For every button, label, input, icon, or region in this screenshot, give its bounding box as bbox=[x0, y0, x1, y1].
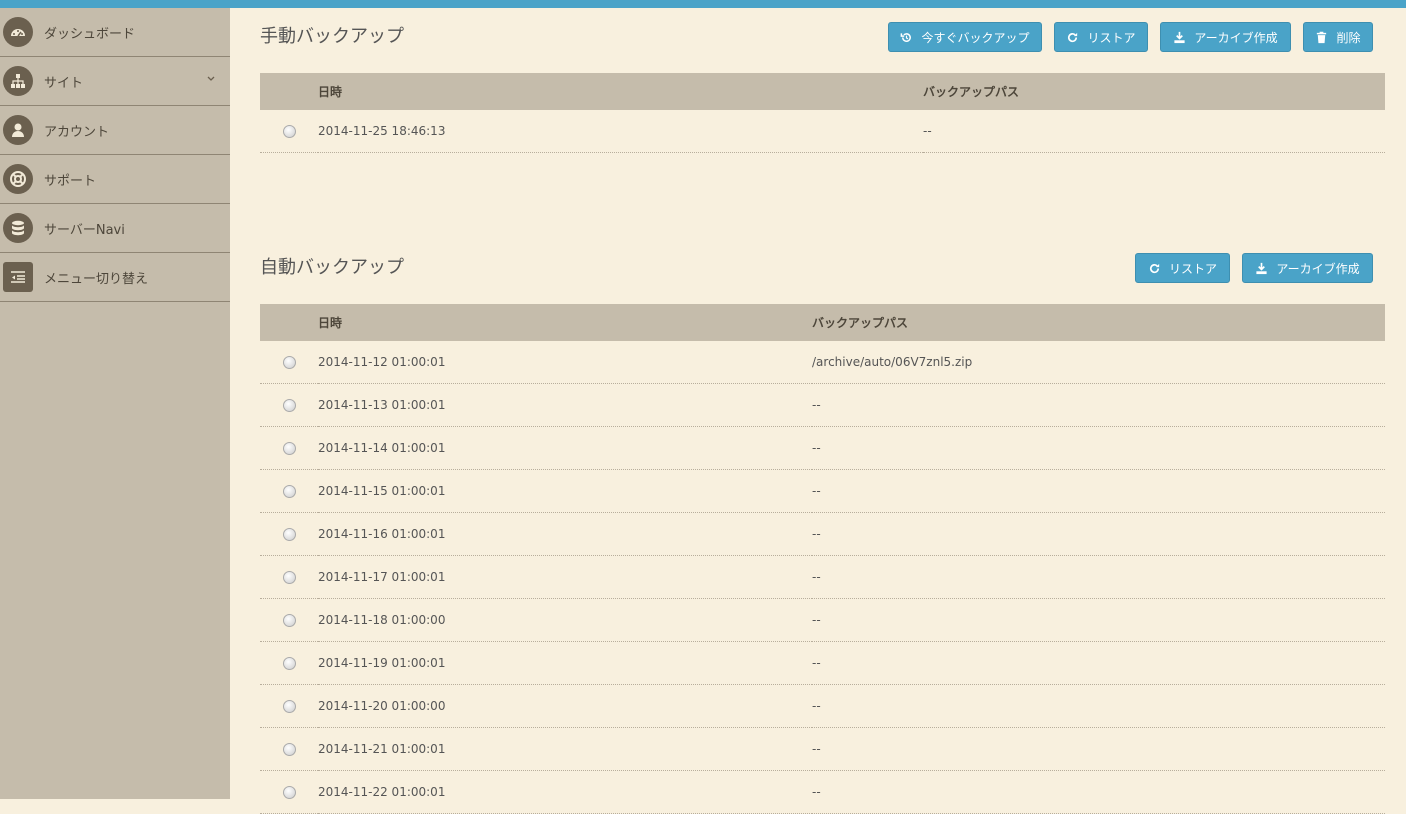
sidebar-item-dashboard[interactable]: ダッシュボード bbox=[0, 8, 230, 57]
archive-label: アーカイブ作成 bbox=[1276, 261, 1360, 276]
history-icon bbox=[901, 32, 912, 42]
row-radio[interactable] bbox=[282, 485, 296, 498]
datetime-cell: 2014-11-13 01:00:01 bbox=[318, 383, 812, 427]
backup-now-button[interactable]: 今すぐバックアップ bbox=[888, 22, 1042, 52]
row-radio[interactable] bbox=[282, 442, 296, 455]
sidebar-item-label: メニュー切り替え bbox=[44, 271, 149, 287]
download-icon bbox=[1256, 262, 1267, 274]
datetime-cell: 2014-11-15 01:00:01 bbox=[318, 469, 812, 513]
path-cell: -- bbox=[812, 598, 1385, 642]
column-header: 日時 bbox=[318, 73, 923, 110]
auto-archive-button[interactable]: アーカイブ作成 bbox=[1242, 253, 1373, 283]
column-header: バックアップパス bbox=[812, 304, 1385, 341]
datetime-cell: 2014-11-21 01:00:01 bbox=[318, 727, 812, 771]
sidebar-item-menu-toggle[interactable]: メニュー切り替え bbox=[0, 253, 230, 302]
manual-backup-table: 日時 バックアップパス 2014-11-25 18:46:13 -- bbox=[260, 73, 1385, 153]
path-cell: -- bbox=[812, 684, 1385, 728]
top-accent-bar bbox=[0, 0, 1406, 8]
datetime-cell: 2014-11-16 01:00:01 bbox=[318, 512, 812, 556]
path-cell: -- bbox=[812, 641, 1385, 685]
datetime-cell: 2014-11-19 01:00:01 bbox=[318, 641, 812, 685]
table-row[interactable]: 2014-11-13 01:00:01 -- bbox=[260, 383, 1385, 427]
trash-icon bbox=[1317, 31, 1327, 43]
backup-now-label: 今すぐバックアップ bbox=[921, 30, 1030, 45]
sidebar-item-label: サイト bbox=[44, 75, 84, 91]
datetime-cell: 2014-11-12 01:00:01 bbox=[318, 341, 812, 384]
datetime-cell: 2014-11-17 01:00:01 bbox=[318, 555, 812, 599]
row-radio[interactable] bbox=[282, 786, 296, 799]
sidebar-item-label: ダッシュボード bbox=[44, 26, 136, 42]
archive-label: アーカイブ作成 bbox=[1194, 30, 1278, 45]
row-radio[interactable] bbox=[282, 657, 296, 670]
path-cell: -- bbox=[812, 383, 1385, 427]
sidebar-item-site[interactable]: サイト bbox=[0, 57, 230, 106]
user-icon bbox=[3, 115, 33, 145]
delete-button[interactable]: 削除 bbox=[1303, 22, 1373, 52]
sidebar-item-label: アカウント bbox=[44, 124, 110, 140]
row-radio[interactable] bbox=[282, 528, 296, 541]
path-cell: -- bbox=[812, 770, 1385, 814]
table-row[interactable]: 2014-11-17 01:00:01 -- bbox=[260, 555, 1385, 599]
table-row[interactable]: 2014-11-16 01:00:01 -- bbox=[260, 512, 1385, 556]
datetime-cell: 2014-11-20 01:00:00 bbox=[318, 684, 812, 728]
table-row[interactable]: 2014-11-21 01:00:01 -- bbox=[260, 727, 1385, 771]
main-content: 手動バックアップ 今すぐバックアップ リストア アーカイブ作成 削除 日時 バッ… bbox=[230, 8, 1406, 814]
table-row[interactable]: 2014-11-22 01:00:01 -- bbox=[260, 770, 1385, 814]
manual-archive-button[interactable]: アーカイブ作成 bbox=[1160, 22, 1291, 52]
row-radio[interactable] bbox=[282, 614, 296, 627]
datetime-cell: 2014-11-14 01:00:01 bbox=[318, 426, 812, 470]
path-cell: -- bbox=[812, 727, 1385, 771]
path-cell: /archive/auto/06V7znl5.zip bbox=[812, 341, 1385, 384]
row-radio[interactable] bbox=[282, 356, 296, 369]
sidebar: ダッシュボード サイト アカウント サポート サーバーNavi メニュー切り替え bbox=[0, 8, 230, 799]
restore-label: リストア bbox=[1168, 261, 1217, 276]
column-header: バックアップパス bbox=[923, 73, 1385, 110]
sidebar-item-label: サポート bbox=[44, 173, 97, 189]
table-row[interactable]: 2014-11-12 01:00:01/archive/auto/06V7znl… bbox=[260, 341, 1385, 384]
manual-restore-button[interactable]: リストア bbox=[1054, 22, 1148, 52]
path-cell: -- bbox=[812, 512, 1385, 556]
menu-toggle-icon bbox=[3, 262, 33, 292]
table-row[interactable]: 2014-11-18 01:00:00 -- bbox=[260, 598, 1385, 642]
restore-label: リストア bbox=[1087, 30, 1136, 45]
auto-backup-table: 日時 バックアップパス 2014-11-12 01:00:01/archive/… bbox=[260, 304, 1385, 814]
sidebar-item-server-navi[interactable]: サーバーNavi bbox=[0, 204, 230, 253]
datetime-cell: 2014-11-25 18:46:13 bbox=[318, 110, 923, 153]
manual-backup-title: 手動バックアップ bbox=[260, 26, 404, 47]
row-radio[interactable] bbox=[282, 743, 296, 756]
table-row[interactable]: 2014-11-25 18:46:13 -- bbox=[260, 110, 1385, 153]
column-header: 日時 bbox=[318, 304, 812, 341]
row-radio[interactable] bbox=[282, 125, 296, 138]
delete-label: 削除 bbox=[1336, 30, 1361, 45]
refresh-icon bbox=[1150, 263, 1160, 273]
chevron-down-icon[interactable] bbox=[206, 74, 216, 84]
path-cell: -- bbox=[923, 110, 1385, 153]
sitemap-icon bbox=[3, 66, 33, 96]
table-row[interactable]: 2014-11-20 01:00:00 -- bbox=[260, 684, 1385, 728]
dashboard-icon bbox=[3, 17, 33, 47]
download-icon bbox=[1174, 31, 1185, 43]
sidebar-item-support[interactable]: サポート bbox=[0, 155, 230, 204]
table-row[interactable]: 2014-11-15 01:00:01 -- bbox=[260, 469, 1385, 513]
path-cell: -- bbox=[812, 555, 1385, 599]
lifebuoy-icon bbox=[3, 164, 33, 194]
database-icon bbox=[3, 213, 33, 243]
row-radio[interactable] bbox=[282, 399, 296, 412]
sidebar-item-label: サーバーNavi bbox=[44, 222, 125, 238]
datetime-cell: 2014-11-22 01:00:01 bbox=[318, 770, 812, 814]
table-row[interactable]: 2014-11-19 01:00:01 -- bbox=[260, 641, 1385, 685]
auto-restore-button[interactable]: リストア bbox=[1135, 253, 1230, 283]
sidebar-item-account[interactable]: アカウント bbox=[0, 106, 230, 155]
auto-backup-title: 自動バックアップ bbox=[260, 257, 404, 278]
path-cell: -- bbox=[812, 469, 1385, 513]
table-row[interactable]: 2014-11-14 01:00:01 -- bbox=[260, 426, 1385, 470]
refresh-icon bbox=[1068, 32, 1078, 42]
row-radio[interactable] bbox=[282, 571, 296, 584]
datetime-cell: 2014-11-18 01:00:00 bbox=[318, 598, 812, 642]
path-cell: -- bbox=[812, 426, 1385, 470]
row-radio[interactable] bbox=[282, 700, 296, 713]
